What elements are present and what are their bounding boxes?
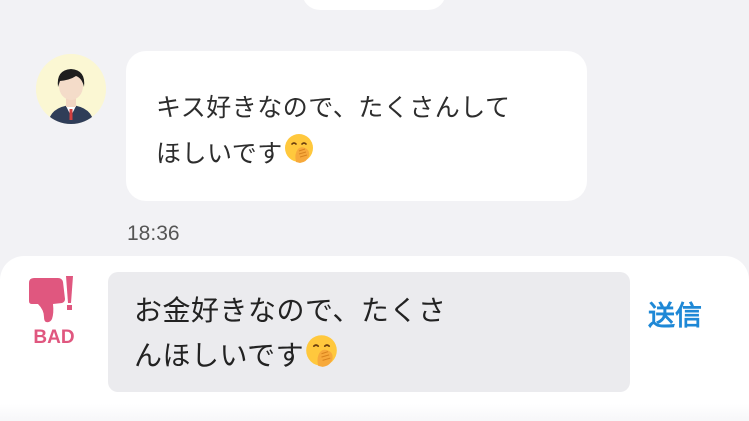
message-timestamp: 18:36 [127, 222, 180, 245]
face-with-hand-over-mouth-icon [304, 333, 339, 381]
message-input[interactable]: お金好きなので、たくさ んほしいです [108, 272, 630, 392]
message-input-text: お金好きなので、たくさ んほしいです [134, 288, 524, 381]
thumbs-down-icon [29, 276, 73, 323]
send-button[interactable]: 送信 [648, 294, 702, 333]
incoming-message-line-2: ほしいです [156, 139, 283, 168]
incoming-message-bubble: キス好きなので、たくさんして ほしいです [126, 51, 587, 201]
message-input-line-2: んほしいです [134, 339, 305, 372]
bad-label: BAD [33, 327, 75, 348]
bottom-divider [0, 404, 749, 421]
bad-button[interactable]: BAD [24, 273, 84, 353]
composer-panel: BAD お金好きなので、たくさ んほしいです 送信 [0, 256, 749, 421]
message-input-line-1: お金好きなので、たくさ [134, 294, 447, 327]
avatar[interactable] [36, 54, 106, 124]
face-with-hand-over-mouth-icon [283, 132, 315, 179]
incoming-message-line-1: キス好きなので、たくさんして [156, 93, 511, 122]
previous-message-bubble [302, 0, 446, 10]
incoming-message-text: キス好きなので、たくさんして ほしいです [156, 85, 576, 179]
user-avatar-icon [36, 54, 106, 124]
